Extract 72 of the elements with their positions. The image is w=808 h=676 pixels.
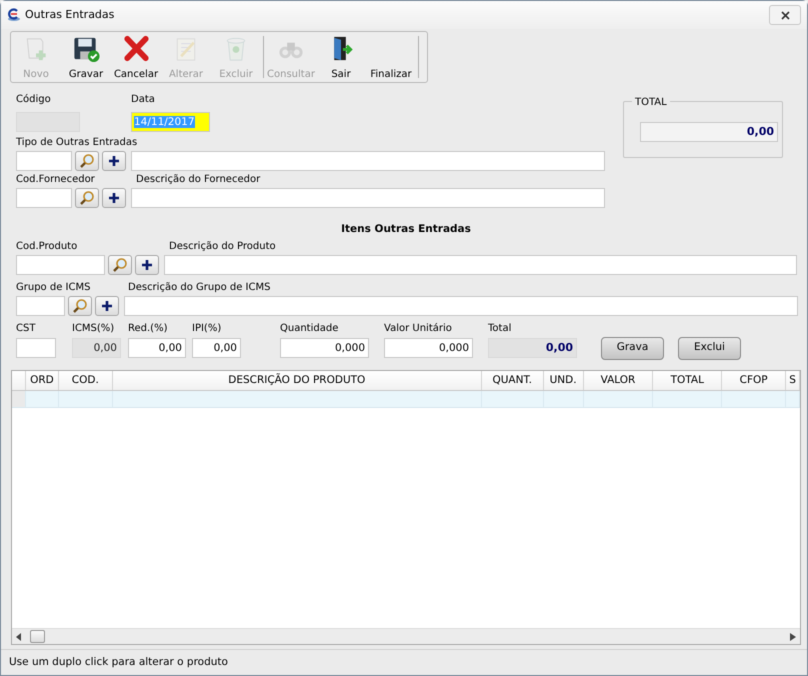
toolbar-button[interactable]: Sair [316,32,366,82]
scroll-left-arrow-icon[interactable] [16,632,22,640]
toolbar-button[interactable]: Gravar [61,32,111,82]
field-label: Quantidade [280,322,340,335]
add-button[interactable] [102,151,126,171]
delete-item-button[interactable]: Exclui [678,336,741,360]
row-selector[interactable] [12,390,26,407]
number-field[interactable]: 0,00 [192,338,241,358]
app-logo-icon [7,8,21,22]
close-icon [780,10,790,20]
field-label: Descrição do Fornecedor [136,173,260,186]
field-label: Grupo de ICMS [16,280,92,294]
plus-icon [102,300,112,311]
code-field[interactable] [16,296,65,316]
status-bar-text: Use um duplo click para alterar o produto [1,649,807,675]
field-label: Data [131,93,156,106]
column-header[interactable]: TOTAL [653,370,722,390]
scrollbar-thumb[interactable] [30,630,45,643]
column-header[interactable]: ORD [26,370,59,390]
code-field[interactable] [16,151,72,171]
field-label: Red.(%) [128,322,168,335]
scroll-right-arrow-icon[interactable] [790,632,796,640]
description-field[interactable] [131,151,605,171]
code-field[interactable] [16,188,72,208]
total-field: 0,00 [640,122,778,142]
number-field[interactable]: 0,000 [384,338,473,358]
field-label: IPI(%) [192,322,222,335]
search-icon [72,298,88,314]
description-field[interactable] [124,296,798,316]
search-button[interactable] [68,296,92,316]
column-header[interactable]: QUANT. [482,370,544,390]
column-header[interactable]: CFOP [722,370,786,390]
code-field[interactable] [16,254,105,275]
add-button[interactable] [102,188,126,208]
field-label: Valor Unitário [384,322,453,335]
number-field[interactable]: 0,00 [128,338,186,358]
field-label: Cod.Fornecedor [16,173,96,186]
field-label: Descrição do Grupo de ICMS [128,280,270,294]
save-item-button[interactable]: Grava [601,336,664,360]
toolbar-button[interactable]: Finalizar [366,32,416,82]
column-header[interactable]: COD. [58,370,113,390]
field-label: Código [16,93,52,106]
search-button[interactable] [108,254,132,275]
search-icon [79,190,95,206]
field-label: Descrição do Produto [169,240,276,253]
number-field[interactable] [16,338,56,358]
column-header[interactable]: UND. [544,370,584,390]
window-title: Outras Entradas [25,6,114,23]
field-label: ICMS(%) [72,322,116,335]
description-field[interactable] [164,254,797,275]
search-icon [112,256,128,273]
add-button[interactable] [135,254,159,275]
column-header[interactable]: DESCRIÇÃO DO PRODUTO [112,370,482,390]
field-label: Cod.Produto [16,240,78,253]
column-header[interactable]: VALOR [584,370,654,390]
plus-icon [142,260,152,270]
add-button[interactable] [95,296,119,316]
close-button[interactable] [769,5,801,25]
search-button[interactable] [75,151,99,171]
section-title: Itens Outras Entradas [340,222,472,237]
column-header[interactable]: S [786,370,800,390]
description-field[interactable] [131,188,605,208]
field-label: Total [488,322,512,335]
number-field[interactable]: 0,000 [280,338,369,358]
search-button[interactable] [75,188,99,208]
grid-new-row[interactable] [12,390,800,408]
search-icon [79,153,95,169]
field-label: CST [16,322,36,335]
toolbar-button[interactable]: Cancelar [111,32,161,82]
plus-icon [109,156,119,166]
field-label: Tipo de Outras Entradas [16,136,138,149]
plus-icon [109,193,119,203]
